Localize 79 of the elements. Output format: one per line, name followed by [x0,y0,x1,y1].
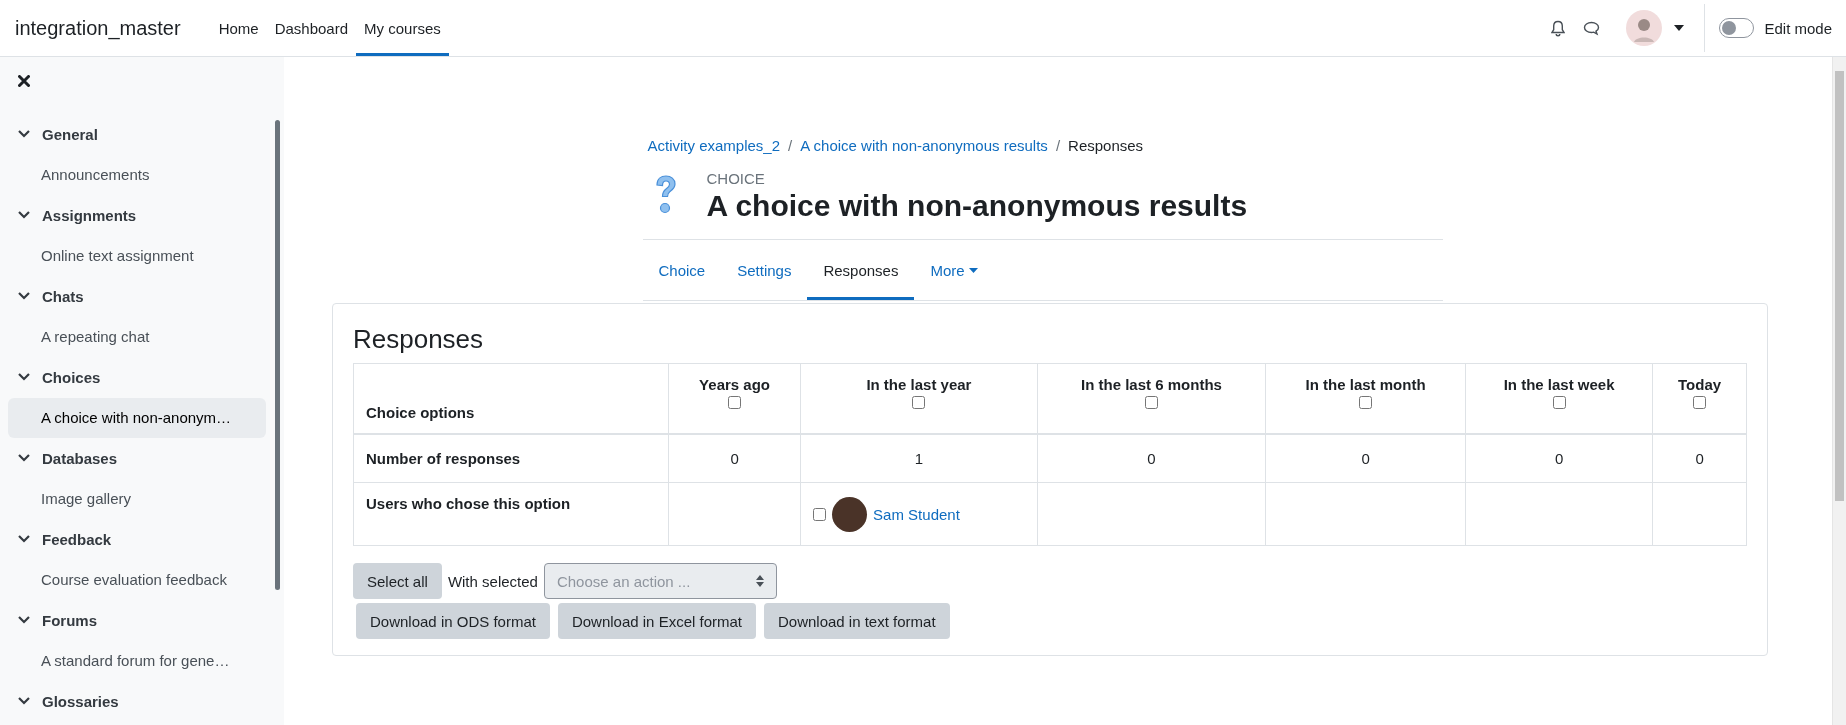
nav-link[interactable]: My courses [356,0,449,56]
chevron-down-icon[interactable] [18,616,30,625]
breadcrumb-link[interactable]: Activity examples_2 [647,137,781,154]
column-header: In the last week [1502,376,1616,393]
scrollbar[interactable] [1832,57,1846,725]
site-name[interactable]: integration_master [15,16,181,40]
chevron-down-icon[interactable] [18,535,30,544]
section-title[interactable]: Chats [42,287,84,305]
edit-mode-label: Edit mode [1764,19,1832,37]
tab[interactable]: More [914,240,994,300]
user-link[interactable]: Sam Student [873,505,960,523]
column-header: Choice options [353,363,669,434]
section-title[interactable]: Forums [42,611,97,629]
breadcrumb-separator: / [1055,137,1061,154]
page-title: A choice with non-anonymous results [706,189,1248,223]
chevron-down-icon[interactable] [18,211,30,220]
download-button[interactable]: Download in Excel format [557,603,756,639]
sidebar-item[interactable]: Announcements [8,154,266,195]
sidebar-item[interactable]: Image gallery [8,478,266,519]
sidebar-item[interactable]: Online text assignment [8,235,266,276]
row-label: Users who chose this option [353,482,669,546]
chat-bubble-icon[interactable] [1583,20,1601,36]
column-checkbox[interactable] [1144,396,1158,409]
tab[interactable]: Settings [721,240,808,300]
section-title[interactable]: Databases [42,449,118,467]
sidebar-item[interactable]: A repeating chat [8,316,266,357]
close-icon [18,75,30,87]
table-cell: 0 [1265,433,1466,483]
chevron-down-icon[interactable] [18,130,30,139]
chevron-down-icon[interactable] [18,697,30,706]
sort-arrows-icon [755,575,764,587]
sidebar-item[interactable]: Course evaluation feedback [8,559,266,600]
column-header: Today [1677,376,1723,393]
chevron-down-icon[interactable] [18,373,30,382]
section-title[interactable]: General [42,125,98,143]
caret-down-icon[interactable] [1674,25,1685,31]
chevron-down-icon[interactable] [18,292,30,301]
nav-link[interactable]: Dashboard [266,0,357,56]
column-checkbox[interactable] [1552,396,1566,409]
column-header: In the last year [865,376,973,393]
column-header: In the last 6 months [1080,376,1223,393]
column-checkbox[interactable] [728,396,742,409]
breadcrumb-separator: / [788,137,793,154]
current-page-label: Responses [1068,137,1144,154]
column-checkbox[interactable] [912,396,926,409]
table-cell: 0 [1037,433,1266,483]
column-checkbox[interactable] [1359,396,1373,409]
sidebar-item[interactable]: A standard forum for gene… [8,640,266,681]
with-selected-label: With selected [447,572,538,590]
download-button[interactable]: Download in ODS format [356,603,550,639]
tab[interactable]: Responses [807,240,915,300]
table-cell: 0 [1652,433,1747,483]
avatar-icon[interactable] [1626,10,1663,46]
table-cell: 1 [800,433,1038,483]
chevron-down-icon[interactable] [18,454,30,463]
row-label: Number of responses [353,433,669,483]
column-header: Years ago [698,376,771,393]
activity-type: CHOICE [706,170,766,187]
bell-icon[interactable] [1551,19,1566,37]
table-cell: 0 [1465,433,1653,483]
section-title[interactable]: Glossaries [42,692,119,710]
select-all-button[interactable]: Select all [353,563,442,599]
column-checkbox[interactable] [1693,396,1707,409]
download-button[interactable]: Download in text format [764,603,950,639]
breadcrumb-link[interactable]: A choice with non-anonymous results [800,137,1048,154]
scrollbar-thumb[interactable] [275,120,280,590]
section-heading: Responses [353,324,485,355]
tab[interactable]: Choice [642,240,722,300]
edit-mode-switch[interactable] [1719,18,1755,38]
section-title[interactable]: Feedback [42,530,112,548]
avatar [832,496,868,532]
user-checkbox[interactable] [813,507,827,521]
caret-down-icon [968,267,978,273]
sidebar-item[interactable]: A choice with non-anonym… [8,397,266,438]
nav-link[interactable]: Home [210,0,267,56]
section-title[interactable]: Choices [42,368,101,386]
table-cell: 0 [668,433,801,483]
section-title[interactable]: Assignments [42,206,137,224]
column-header: In the last month [1304,376,1427,393]
